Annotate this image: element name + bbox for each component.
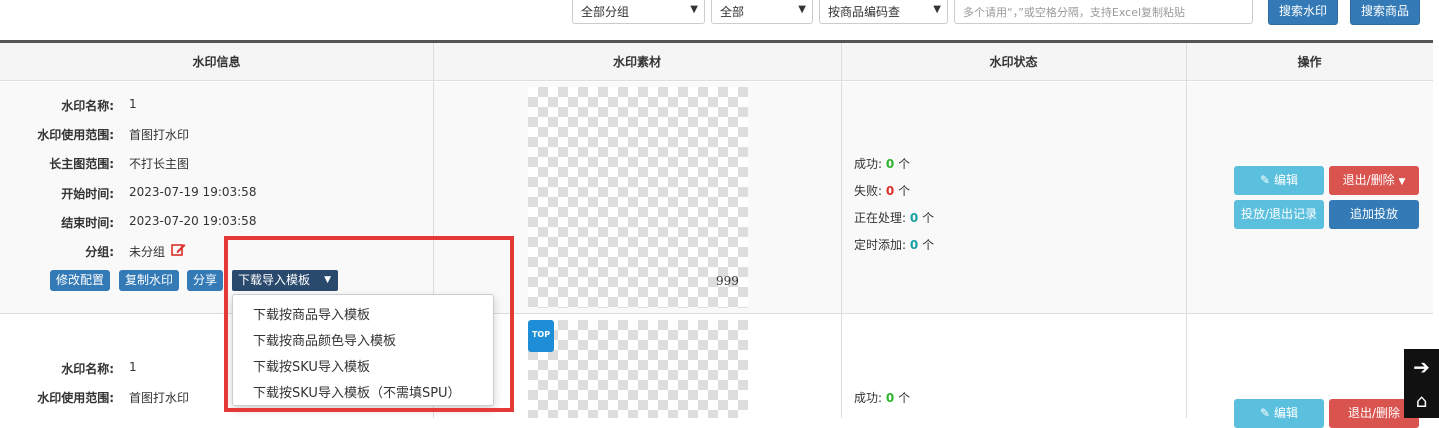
- edit-group-icon[interactable]: [171, 242, 186, 260]
- status-label: 失败:: [854, 184, 883, 198]
- edit-button[interactable]: ✎ 编辑: [1234, 399, 1324, 428]
- share-button[interactable]: 分享: [187, 270, 224, 291]
- caret-down-icon: ▼: [1398, 177, 1406, 187]
- search-product-button[interactable]: 搜索商品: [1350, 0, 1420, 25]
- chevron-down-icon: ▼: [933, 4, 941, 15]
- status-count: 0: [885, 157, 895, 171]
- group-select[interactable]: 全部分组 ▼: [572, 0, 705, 24]
- status-label: 成功:: [854, 157, 883, 171]
- search-placeholder: 多个请用“，”或空格分隔，支持Excel复制粘贴: [963, 6, 1186, 19]
- status-label: 定时添加:: [854, 238, 907, 252]
- status-label: 成功:: [854, 391, 883, 405]
- info-value: 不打长主图: [129, 157, 190, 171]
- info-value: 未分组: [129, 245, 166, 259]
- group-select-value: 全部分组: [581, 5, 630, 19]
- watermark-material-image: TOP: [528, 320, 748, 418]
- edit-button[interactable]: ✎ 编辑: [1234, 166, 1324, 195]
- search-input[interactable]: 多个请用“，”或空格分隔，支持Excel复制粘贴: [954, 0, 1253, 24]
- info-value: 2023-07-20 19:03:58: [129, 214, 257, 228]
- status-label: 正在处理:: [854, 211, 907, 225]
- status-unit: 个: [922, 211, 935, 225]
- search-type-value: 按商品编码查: [828, 5, 901, 19]
- status-count: 0: [885, 391, 895, 405]
- status-failed: 失败: 0 个: [854, 182, 910, 199]
- status-count: 0: [885, 184, 895, 198]
- info-label: 分组:: [85, 245, 114, 259]
- search-type-select[interactable]: 按商品编码查 ▼: [819, 0, 948, 24]
- info-value: 首图打水印: [129, 391, 190, 405]
- arrow-right-icon: ➔: [1413, 355, 1430, 379]
- info-label: 水印使用范围:: [37, 128, 114, 142]
- status-count: 0: [909, 211, 919, 225]
- watermark-material-image: 999: [528, 87, 748, 308]
- status-count: 0: [909, 238, 919, 252]
- status-unit: 个: [922, 238, 935, 252]
- search-watermark-button[interactable]: 搜索水印: [1268, 0, 1338, 25]
- edit-label: 编辑: [1273, 173, 1298, 187]
- info-value: 1: [129, 360, 137, 374]
- material-caption: 999: [716, 274, 739, 288]
- column-header-material: 水印素材: [433, 43, 841, 81]
- status-select-value: 全部: [720, 5, 745, 19]
- status-processing: 正在处理: 0 个: [854, 209, 934, 226]
- side-home-button[interactable]: ⌂: [1404, 385, 1439, 418]
- exit-delete-button[interactable]: 退出/删除 ▼: [1329, 166, 1419, 195]
- info-label: 水印名称:: [61, 362, 114, 376]
- column-header-info: 水印信息: [0, 43, 433, 81]
- highlight-box: [224, 236, 514, 412]
- records-button[interactable]: 投放/退出记录: [1234, 200, 1324, 229]
- status-unit: 个: [898, 391, 911, 405]
- column-header-operation: 操作: [1186, 43, 1433, 81]
- add-placement-button[interactable]: 追加投放: [1329, 200, 1419, 229]
- info-label: 开始时间:: [61, 187, 114, 201]
- copy-watermark-button[interactable]: 复制水印: [119, 270, 180, 291]
- side-arrow-button[interactable]: ➔: [1404, 349, 1439, 385]
- info-value: 2023-07-19 19:03:58: [129, 185, 257, 199]
- info-label: 长主图范围:: [49, 157, 114, 171]
- logo-text: TOP: [531, 330, 551, 339]
- status-success: 成功: 0 个: [854, 155, 910, 172]
- info-label: 水印使用范围:: [37, 391, 114, 405]
- chevron-down-icon: ▼: [798, 4, 806, 15]
- column-header-status: 水印状态: [841, 43, 1186, 81]
- column-divider: [841, 43, 842, 418]
- chevron-down-icon: ▼: [690, 4, 698, 15]
- edit-icon: ✎: [1260, 173, 1271, 187]
- info-value: 1: [129, 97, 137, 111]
- status-unit: 个: [898, 157, 911, 171]
- info-label: 水印名称:: [61, 99, 114, 113]
- shop-logo-icon: TOP: [528, 320, 554, 352]
- info-label: 结束时间:: [61, 216, 114, 230]
- toolbar: 全部分组 ▼ 全部 ▼ 按商品编码查 ▼ 多个请用“，”或空格分隔，支持Exce…: [0, 0, 1439, 40]
- home-icon: ⌂: [1415, 391, 1428, 412]
- info-value: 首图打水印: [129, 128, 190, 142]
- status-select[interactable]: 全部 ▼: [711, 0, 813, 24]
- column-divider: [1186, 43, 1187, 418]
- exit-delete-label: 退出/删除: [1342, 173, 1395, 187]
- status-success: 成功: 0 个: [854, 389, 910, 406]
- status-unit: 个: [898, 184, 911, 198]
- status-scheduled: 定时添加: 0 个: [854, 236, 934, 253]
- modify-config-button[interactable]: 修改配置: [50, 270, 111, 291]
